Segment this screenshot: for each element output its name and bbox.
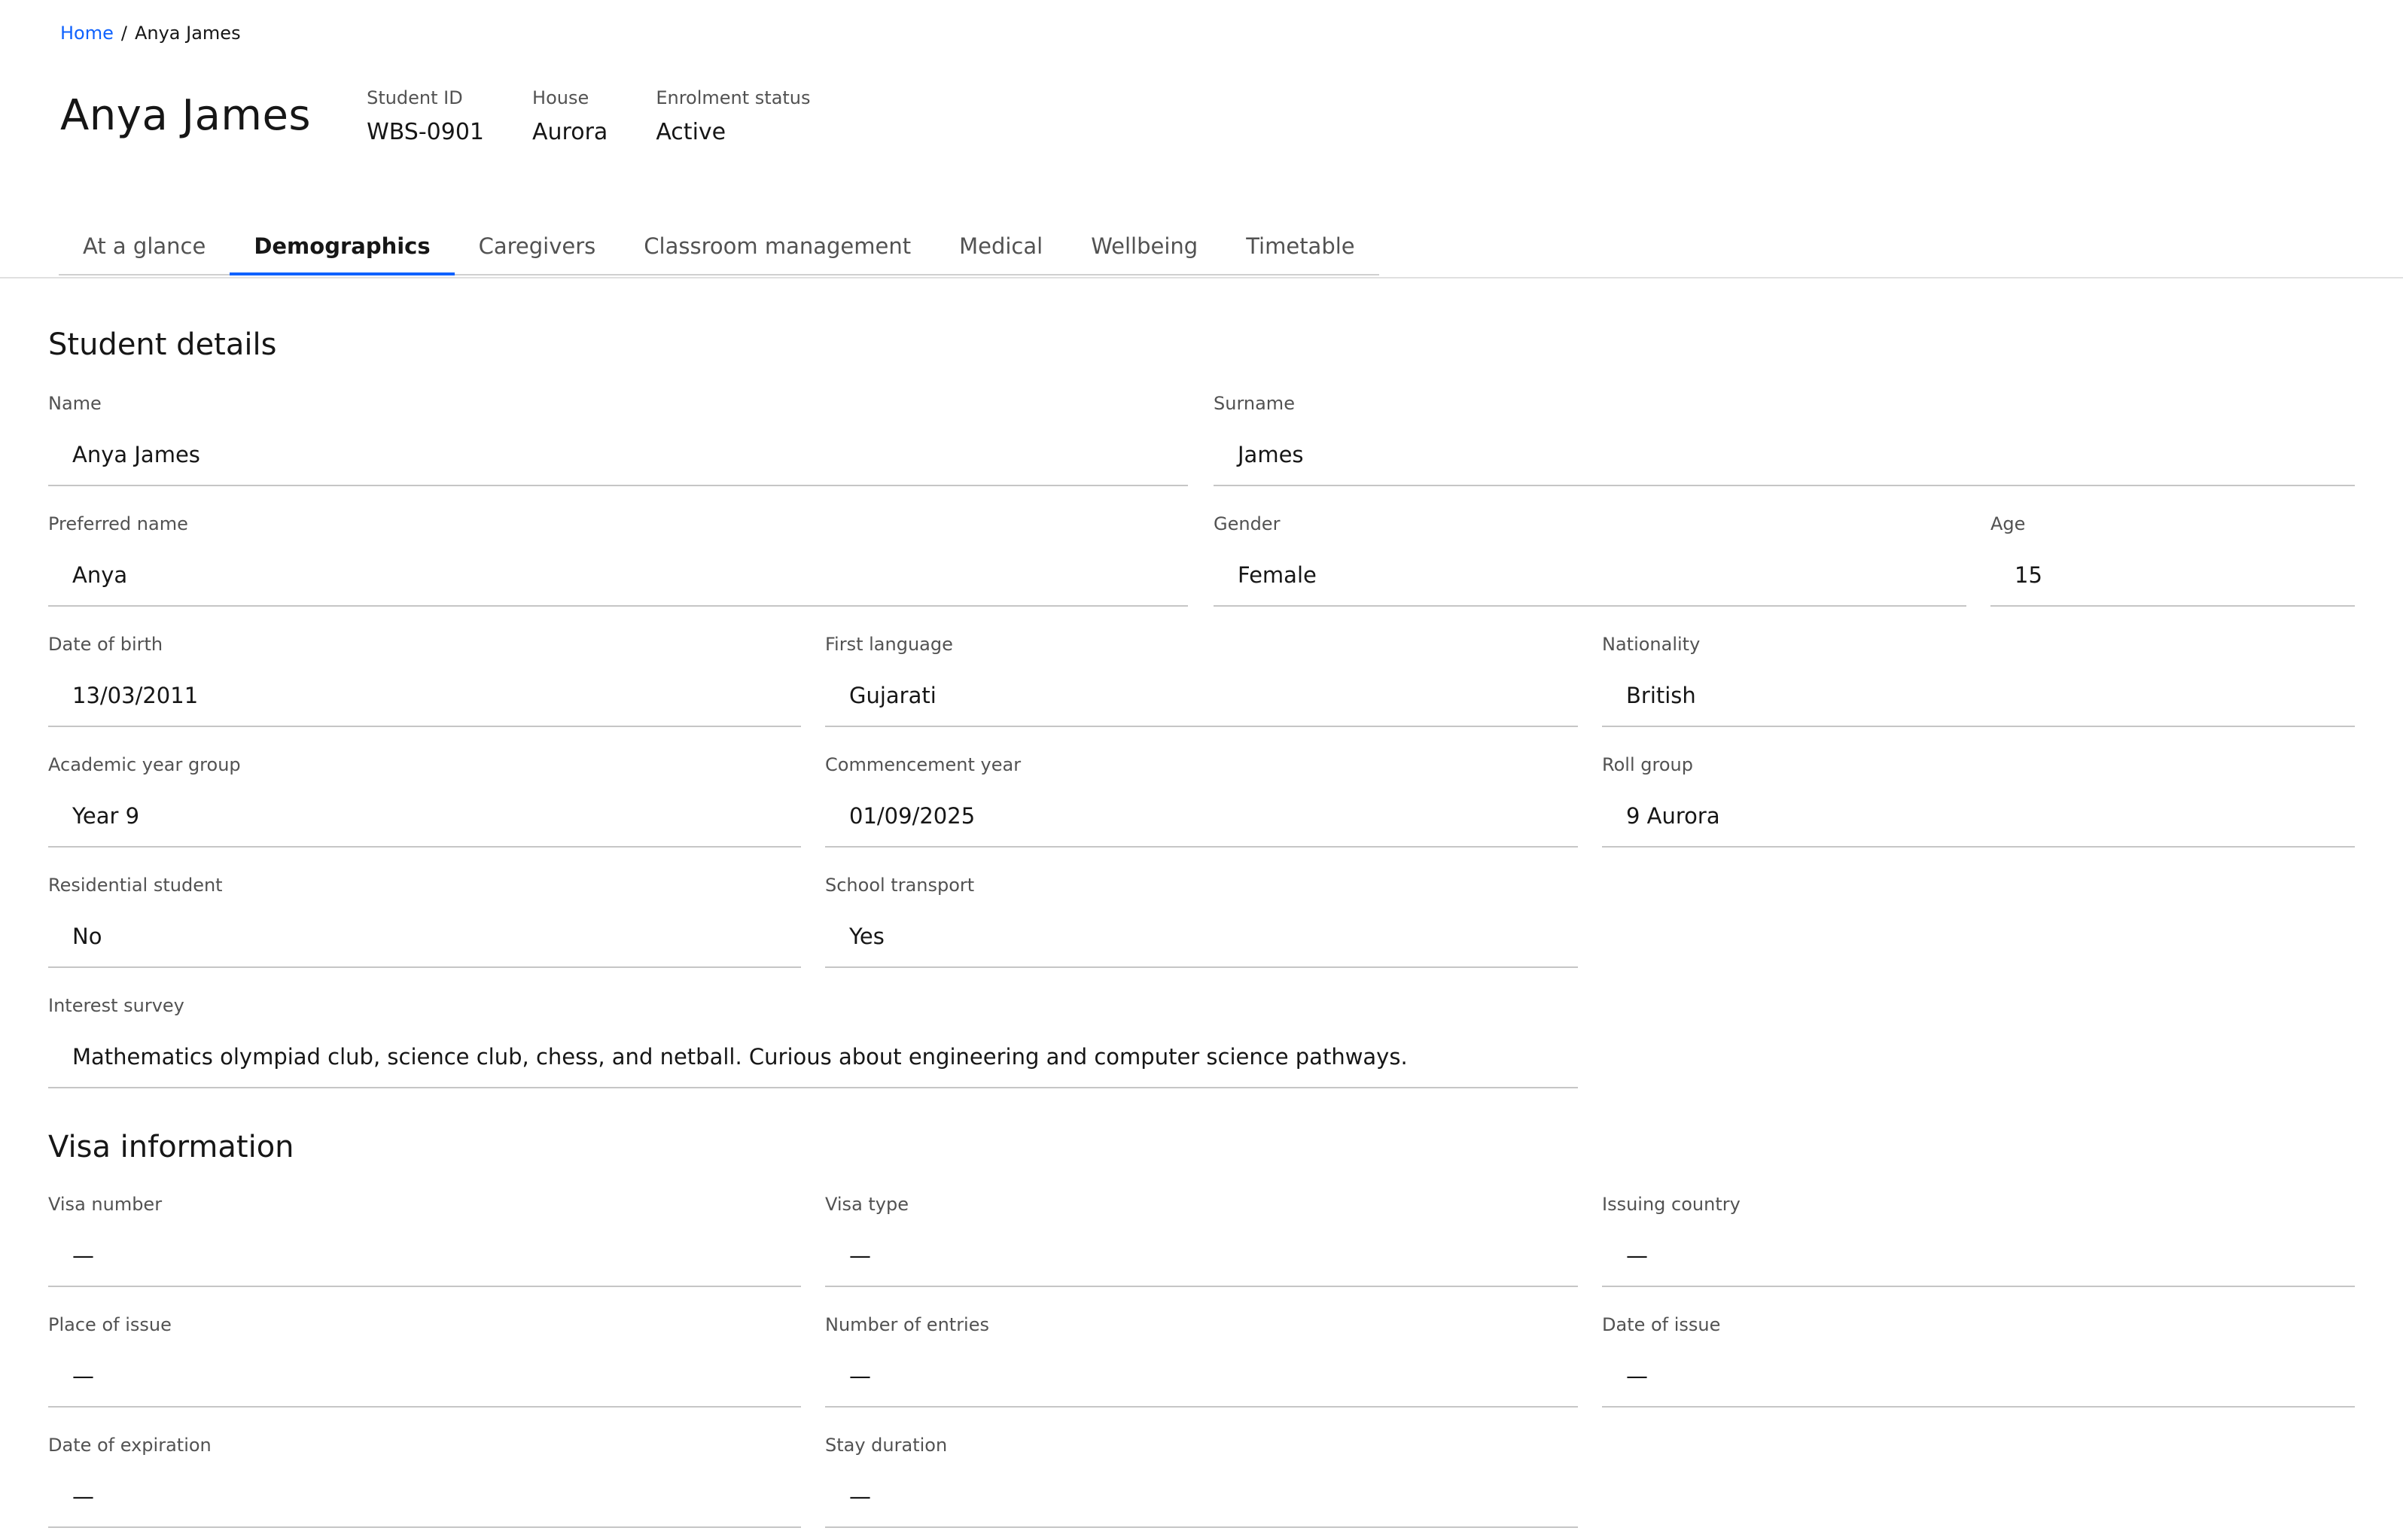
meta-value: WBS-0901	[367, 119, 485, 145]
meta-student-id: Student ID WBS-0901	[367, 86, 484, 148]
school-transport-field: School transport Yes	[825, 873, 1578, 968]
tab-timetable[interactable]: Timetable	[1222, 224, 1379, 275]
field-label: Residential student	[48, 875, 223, 896]
breadcrumb-separator: /	[120, 23, 127, 44]
number-of-entries-field: Number of entries —	[825, 1313, 1578, 1408]
meta-label: Enrolment status	[656, 87, 811, 108]
field-label: Date of birth	[48, 634, 163, 655]
commencement-year-field: Commencement year 01/09/2025	[825, 753, 1578, 848]
name-field: Name Anya James	[48, 391, 1188, 486]
age-input[interactable]: 15	[1990, 548, 2355, 607]
stay-duration-input[interactable]: —	[825, 1469, 1578, 1528]
field-label: Date of expiration	[48, 1435, 212, 1456]
number-of-entries-input[interactable]: —	[825, 1349, 1578, 1408]
student-meta: Student ID WBS-0901 House Aurora Enrolme…	[367, 86, 810, 148]
visa-number-field: Visa number —	[48, 1192, 801, 1287]
field-label: Date of issue	[1602, 1314, 1721, 1335]
surname-field: Surname James	[1214, 391, 2355, 486]
meta-enrolment-status: Enrolment status Active	[656, 86, 810, 148]
roll-group-input[interactable]: 9 Aurora	[1602, 789, 2355, 848]
age-field: Age 15	[1990, 512, 2355, 607]
tab-classroom-management[interactable]: Classroom management	[620, 224, 936, 275]
field-label: Academic year group	[48, 754, 241, 775]
commencement-year-input[interactable]: 01/09/2025	[825, 789, 1578, 848]
breadcrumb-current: Anya James	[134, 23, 241, 44]
date-of-birth-field: Date of birth 13/03/2011	[48, 632, 801, 727]
field-label: Visa type	[825, 1194, 909, 1215]
nationality-field: Nationality British	[1602, 632, 2355, 727]
field-label: School transport	[825, 875, 975, 896]
date-of-issue-field: Date of issue —	[1602, 1313, 2355, 1408]
field-label: Commencement year	[825, 754, 1022, 775]
meta-label: House	[532, 87, 589, 108]
field-label: First language	[825, 634, 953, 655]
field-label: Surname	[1214, 393, 1295, 414]
surname-input[interactable]: James	[1214, 428, 2355, 486]
gender-input[interactable]: Female	[1214, 548, 1966, 607]
date-of-expiration-input[interactable]: —	[48, 1469, 801, 1528]
date-of-birth-input[interactable]: 13/03/2011	[48, 668, 801, 727]
student-header: Anya James Student ID WBS-0901 House Aur…	[60, 86, 811, 148]
tab-wellbeing[interactable]: Wellbeing	[1067, 224, 1223, 275]
school-transport-input[interactable]: Yes	[825, 909, 1578, 968]
preferred-name-input[interactable]: Anya	[48, 548, 1188, 607]
tab-list: At a glance Demographics Caregivers Clas…	[59, 224, 1379, 277]
issuing-country-field: Issuing country —	[1602, 1192, 2355, 1287]
preferred-name-field: Preferred name Anya	[48, 512, 1188, 607]
breadcrumb-home-link[interactable]: Home	[60, 23, 114, 44]
first-language-field: First language Gujarati	[825, 632, 1578, 727]
interest-survey-input[interactable]: Mathematics olympiad club, science club,…	[48, 1030, 1578, 1088]
field-label: Place of issue	[48, 1314, 172, 1335]
meta-value: Active	[656, 119, 726, 145]
meta-house: House Aurora	[532, 86, 608, 148]
field-label: Visa number	[48, 1194, 163, 1215]
field-label: Roll group	[1602, 754, 1693, 775]
tab-caregivers[interactable]: Caregivers	[454, 224, 620, 275]
tab-bar: At a glance Demographics Caregivers Clas…	[0, 224, 2403, 278]
residential-student-input[interactable]: No	[48, 909, 801, 968]
meta-label: Student ID	[367, 87, 463, 108]
issuing-country-input[interactable]: —	[1602, 1228, 2355, 1287]
visa-type-input[interactable]: —	[825, 1228, 1578, 1287]
tab-medical[interactable]: Medical	[935, 224, 1067, 275]
page-title: Anya James	[60, 91, 312, 140]
field-label: Nationality	[1602, 634, 1701, 655]
tab-at-a-glance[interactable]: At a glance	[59, 224, 230, 275]
field-label: Preferred name	[48, 513, 188, 534]
date-of-expiration-field: Date of expiration —	[48, 1433, 801, 1528]
student-details-heading: Student details	[48, 327, 277, 362]
field-label: Name	[48, 393, 102, 414]
interest-survey-field: Interest survey Mathematics olympiad clu…	[48, 994, 1578, 1088]
field-label: Issuing country	[1602, 1194, 1741, 1215]
breadcrumb: Home / Anya James	[60, 23, 241, 44]
field-label: Interest survey	[48, 995, 184, 1016]
date-of-issue-input[interactable]: —	[1602, 1349, 2355, 1408]
field-label: Stay duration	[825, 1435, 948, 1456]
field-label: Number of entries	[825, 1314, 989, 1335]
meta-value: Aurora	[532, 119, 608, 145]
place-of-issue-input[interactable]: —	[48, 1349, 801, 1408]
field-label: Age	[1990, 513, 2026, 534]
first-language-input[interactable]: Gujarati	[825, 668, 1578, 727]
visa-information-heading: Visa information	[48, 1130, 294, 1164]
visa-type-field: Visa type —	[825, 1192, 1578, 1287]
stay-duration-field: Stay duration —	[825, 1433, 1578, 1528]
roll-group-field: Roll group 9 Aurora	[1602, 753, 2355, 848]
academic-year-group-input[interactable]: Year 9	[48, 789, 801, 848]
tab-demographics[interactable]: Demographics	[230, 224, 455, 275]
nationality-input[interactable]: British	[1602, 668, 2355, 727]
field-label: Gender	[1214, 513, 1281, 534]
name-input[interactable]: Anya James	[48, 428, 1188, 486]
academic-year-group-field: Academic year group Year 9	[48, 753, 801, 848]
place-of-issue-field: Place of issue —	[48, 1313, 801, 1408]
residential-student-field: Residential student No	[48, 873, 801, 968]
visa-number-input[interactable]: —	[48, 1228, 801, 1287]
gender-field: Gender Female	[1214, 512, 1966, 607]
